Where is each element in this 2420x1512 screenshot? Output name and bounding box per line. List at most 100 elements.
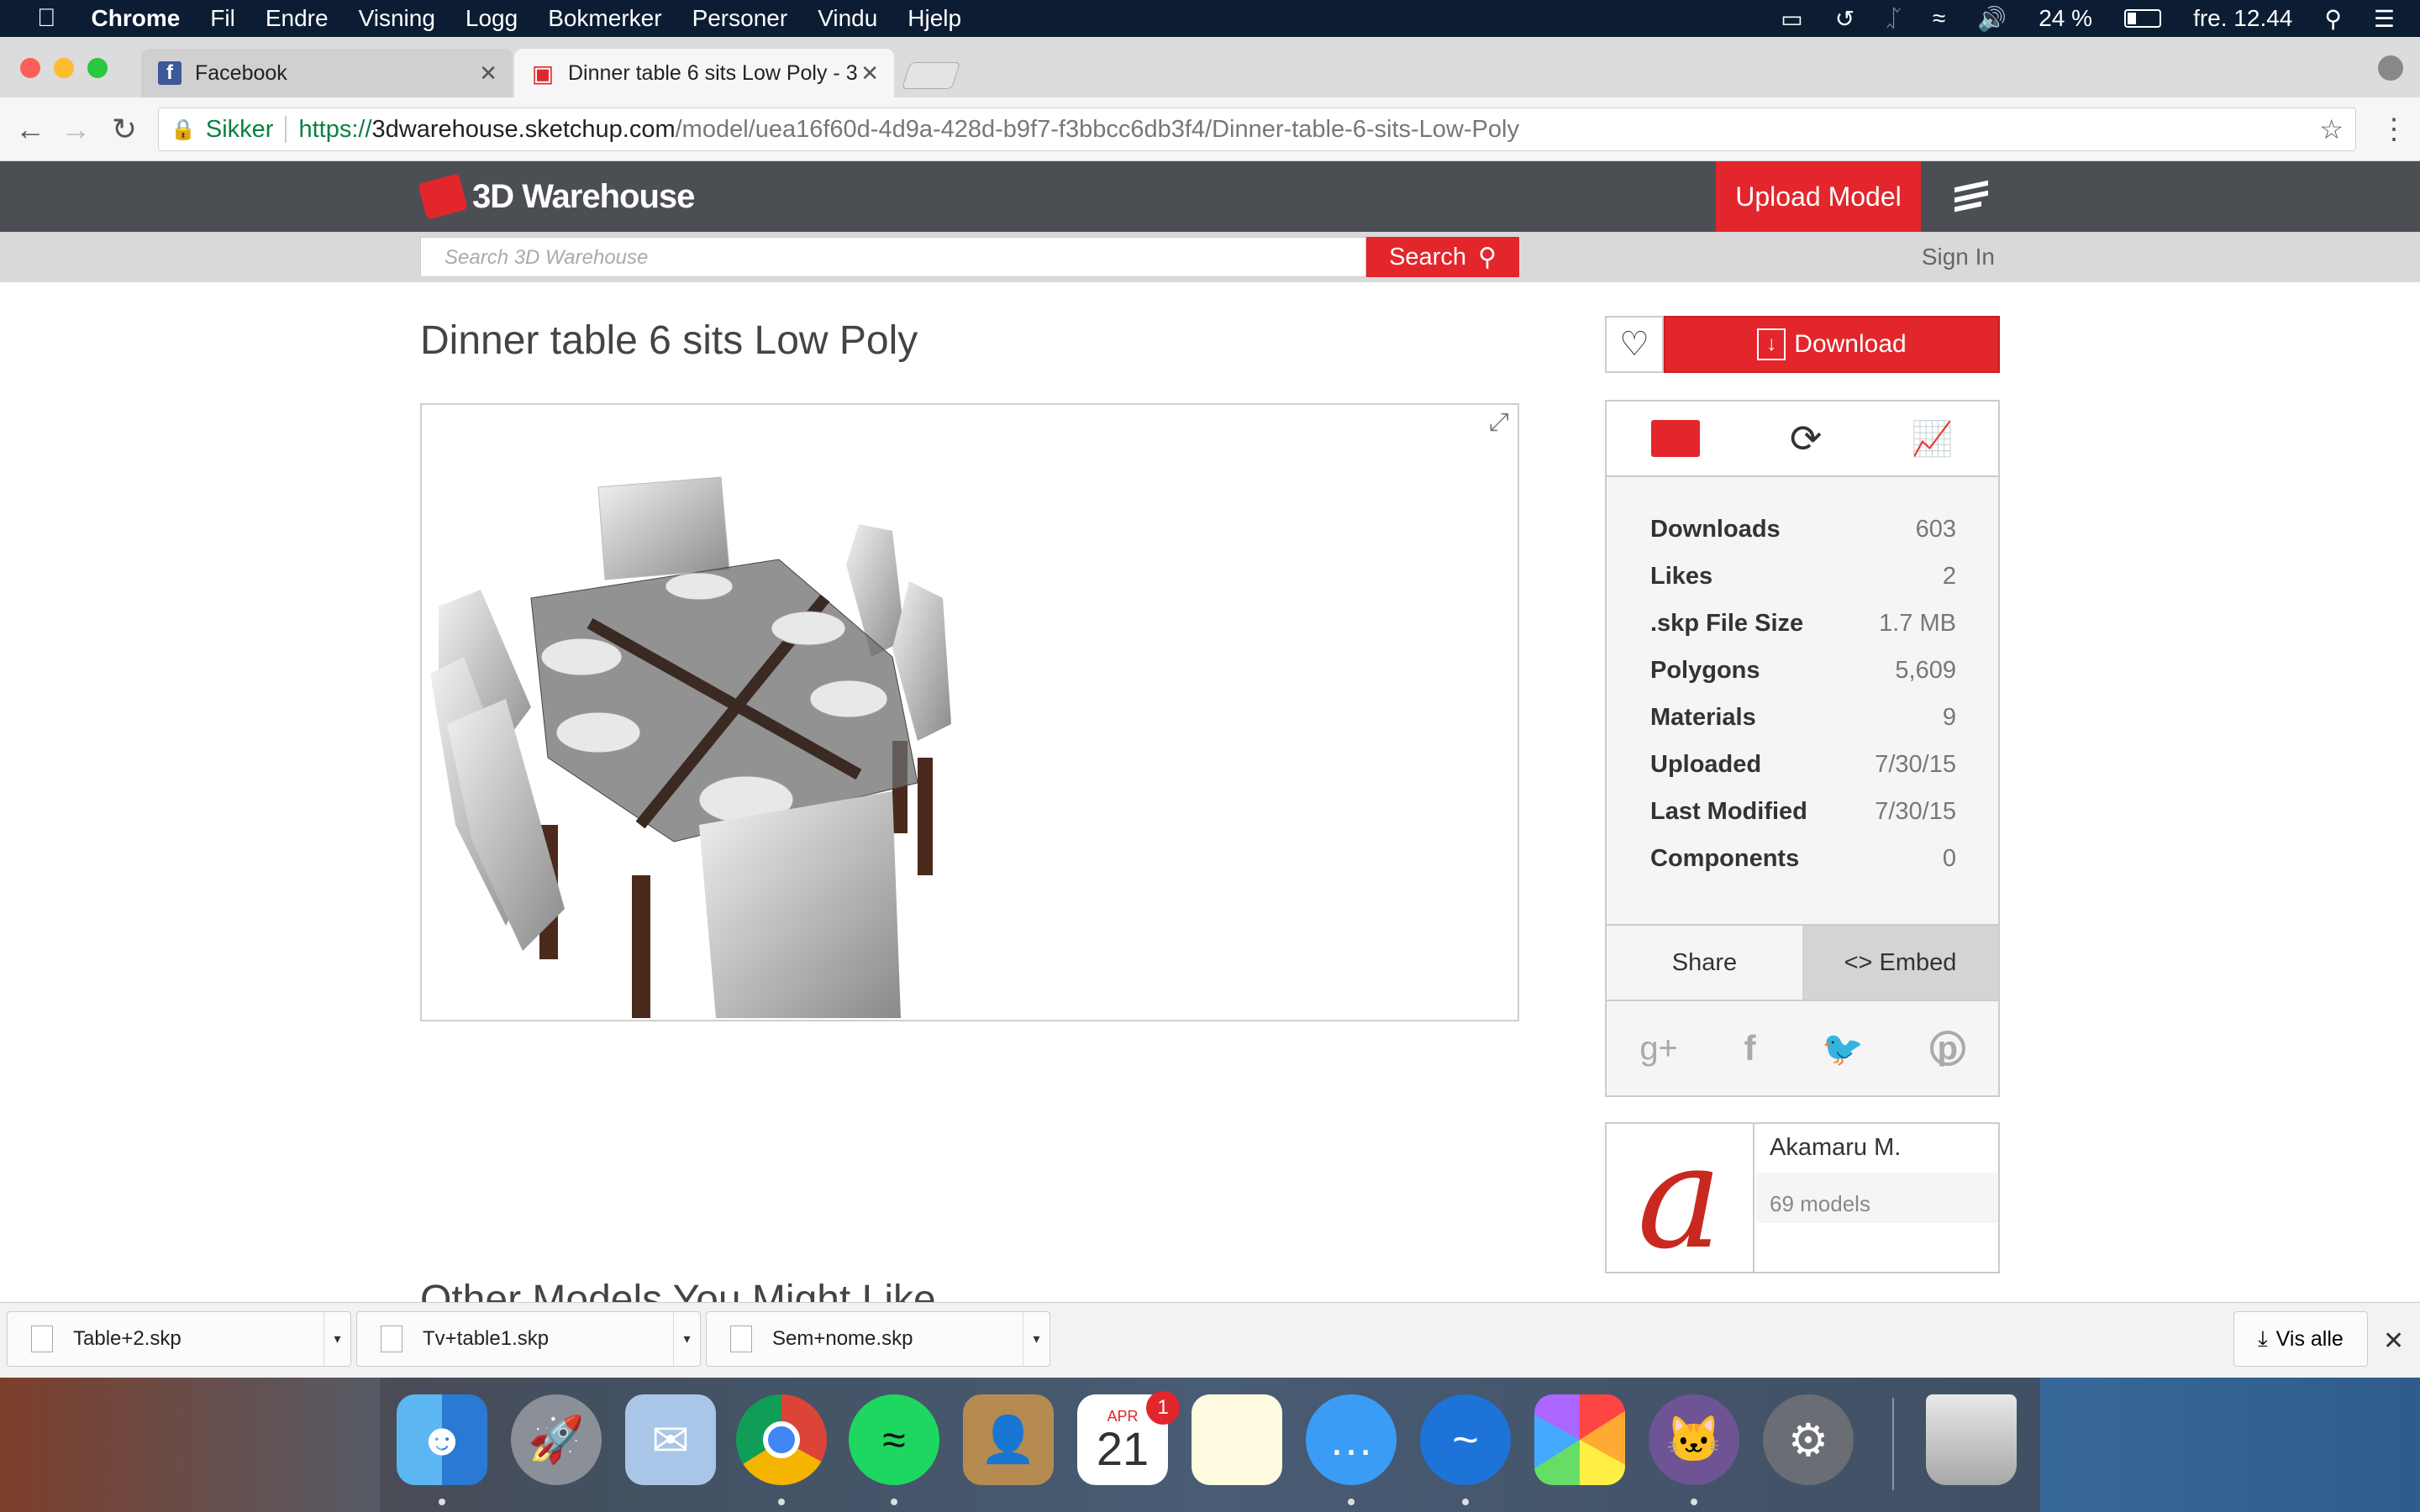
notification-center-icon[interactable]: ☰ [2374, 5, 2395, 33]
tab-dinner-table[interactable]: ▣ Dinner table 6 sits Low Poly - 3 ✕ [514, 49, 894, 97]
url-scheme: https:// [298, 115, 372, 143]
menu-item-fil[interactable]: Fil [210, 5, 235, 32]
search-icon: ⚲ [1477, 243, 1497, 271]
menubar-clock[interactable]: fre. 12.44 [2193, 5, 2292, 32]
zoom-window-button[interactable] [87, 58, 108, 78]
download-icon: ↓ [1757, 328, 1786, 360]
download-filename: Tv+table1.skp [423, 1327, 550, 1350]
search-button[interactable]: Search ⚲ [1366, 237, 1519, 277]
author-avatar[interactable]: a [1607, 1124, 1754, 1272]
tab-share[interactable]: Share [1607, 926, 1802, 1000]
lock-icon[interactable]: 🔒 [171, 118, 196, 142]
file-icon [730, 1326, 752, 1352]
spotlight-search-icon[interactable]: ⚲ [2324, 5, 2342, 33]
downloads-shelf: Table+2.skp ▾ Tv+table1.skp ▾ Sem+nome.s… [0, 1302, 2420, 1378]
url-path: /model/uea16f60d-4d9a-428d-b9f7-f3bbcc6d… [675, 115, 1519, 143]
tab-facebook[interactable]: f Facebook ✕ [141, 49, 513, 97]
download-item[interactable]: Table+2.skp ▾ [7, 1311, 351, 1367]
secure-label: Sikker [205, 115, 274, 143]
stat-uploaded: Uploaded 7/30/15 [1650, 751, 1956, 778]
volume-icon[interactable]: 🔊 [1977, 5, 2007, 33]
menu-item-endre[interactable]: Endre [266, 5, 329, 32]
author-name[interactable]: Akamaru M. [1770, 1134, 1901, 1162]
back-button[interactable]: ← [10, 109, 50, 150]
menu-app-name[interactable]: Chrome [92, 5, 181, 32]
close-tab-icon[interactable]: ✕ [860, 60, 879, 87]
google-plus-icon[interactable]: g+ [1639, 1030, 1678, 1068]
show-all-downloads-button[interactable]: ⤓ Vis alle [2233, 1311, 2368, 1367]
dropdown-arrow-icon[interactable]: ▾ [324, 1312, 350, 1366]
system-preferences-icon[interactable]: ⚙ [1763, 1394, 1854, 1485]
model-info-panel: ⟳ 📈 Downloads 603 Likes 2 .skp File Size 1.… [1605, 400, 2000, 1097]
menu-item-personer[interactable]: Personer [692, 5, 788, 32]
finder-icon[interactable]: ☻ [397, 1394, 487, 1485]
author-card[interactable]: a Akamaru M. 69 models [1605, 1122, 2000, 1273]
apple-icon[interactable]:  [37, 4, 56, 33]
pinterest-icon[interactable]: p [1929, 1030, 1965, 1067]
calendar-day: 21 [1096, 1421, 1150, 1475]
address-bar[interactable]: 🔒 Sikker https:// 3dwarehouse.sketchup.c… [158, 108, 2356, 151]
upload-model-button[interactable]: Upload Model [1716, 161, 1921, 232]
menu-item-bokmerker[interactable]: Bokmerker [548, 5, 661, 32]
openoffice-icon[interactable]: ~ [1420, 1394, 1511, 1485]
view-mode-tabs: ⟳ 📈 [1607, 402, 1998, 477]
menu-item-hjelp[interactable]: Hjelp [908, 5, 961, 32]
close-tab-icon[interactable]: ✕ [479, 60, 497, 87]
github-icon[interactable]: 🐱 [1649, 1394, 1739, 1485]
like-button[interactable]: ♡ [1605, 316, 1664, 373]
bookmark-star-icon[interactable]: ☆ [2319, 113, 2344, 145]
chrome-icon[interactable] [736, 1394, 827, 1485]
wifi-icon[interactable]: ≈ [1933, 5, 1945, 32]
dropdown-arrow-icon[interactable]: ▾ [1023, 1312, 1050, 1366]
airplay-icon[interactable]: ▭ [1781, 5, 1802, 33]
download-item[interactable]: Sem+nome.skp ▾ [706, 1311, 1050, 1367]
menu-item-logg[interactable]: Logg [466, 5, 518, 32]
author-model-count[interactable]: 69 models [1770, 1191, 1870, 1217]
tab-title: Facebook [195, 60, 287, 85]
site-logo[interactable]: 3D Warehouse [418, 173, 695, 220]
stat-last-modified: Last Modified 7/30/15 [1650, 798, 1956, 825]
tab-embed[interactable]: <> Embed [1802, 926, 1998, 1000]
stat-materials: Materials 9 [1650, 704, 1956, 731]
notes-icon[interactable] [1192, 1394, 1282, 1485]
tab-strip: f Facebook ✕ ▣ Dinner table 6 sits Low P… [0, 37, 2420, 97]
twitter-icon[interactable]: 🐦 [1822, 1029, 1864, 1068]
sign-in-link[interactable]: Sign In [1922, 244, 1995, 270]
bluetooth-icon[interactable]: ᛢ [1886, 5, 1901, 32]
contacts-icon[interactable]: 👤 [963, 1394, 1054, 1485]
mail-stamp-icon[interactable]: ✉ [625, 1394, 716, 1485]
profile-icon[interactable] [2378, 55, 2403, 81]
image-view-icon[interactable] [1651, 420, 1701, 457]
chrome-menu-icon[interactable]: ⋮ [2380, 113, 2408, 146]
messages-icon[interactable]: … [1306, 1394, 1397, 1485]
new-tab-button[interactable] [901, 62, 961, 89]
model-preview[interactable]: ⤢ [420, 403, 1519, 1021]
stat-components: Components 0 [1650, 845, 1956, 872]
forward-button[interactable]: → [55, 109, 96, 150]
spotify-icon[interactable]: ≈ [849, 1394, 939, 1485]
author-logo-icon: a [1637, 1115, 1723, 1281]
presentation-icon[interactable]: 📈 [1912, 419, 1954, 459]
facebook-icon: f [158, 61, 182, 85]
menu-item-visning[interactable]: Visning [359, 5, 435, 32]
stat-polygons: Polygons 5,609 [1650, 657, 1956, 684]
3d-view-icon[interactable]: ⟳ [1790, 416, 1823, 461]
menu-item-vindu[interactable]: Vindu [818, 5, 877, 32]
facebook-icon[interactable]: f [1744, 1028, 1756, 1068]
battery-percent[interactable]: 24 % [2039, 5, 2092, 32]
close-window-button[interactable] [20, 58, 40, 78]
model-title: Dinner table 6 sits Low Poly [420, 318, 918, 363]
download-item[interactable]: Tv+table1.skp ▾ [356, 1311, 701, 1367]
dropdown-arrow-icon[interactable]: ▾ [673, 1312, 700, 1366]
time-machine-icon[interactable]: ↺ [1835, 5, 1854, 33]
download-button[interactable]: ↓ Download [1664, 316, 2000, 373]
launchpad-icon[interactable]: 🚀 [511, 1394, 602, 1485]
trash-icon[interactable] [1926, 1394, 2017, 1485]
sketchup-menu-icon[interactable] [1954, 175, 1996, 218]
fullscreen-icon[interactable]: ⤢ [1489, 408, 1509, 437]
minimize-window-button[interactable] [54, 58, 74, 78]
close-shelf-icon[interactable]: ✕ [2383, 1326, 2404, 1356]
search-input[interactable]: Search 3D Warehouse [420, 237, 1366, 277]
reload-button[interactable]: ↻ [104, 109, 145, 150]
photos-icon[interactable] [1534, 1394, 1625, 1485]
